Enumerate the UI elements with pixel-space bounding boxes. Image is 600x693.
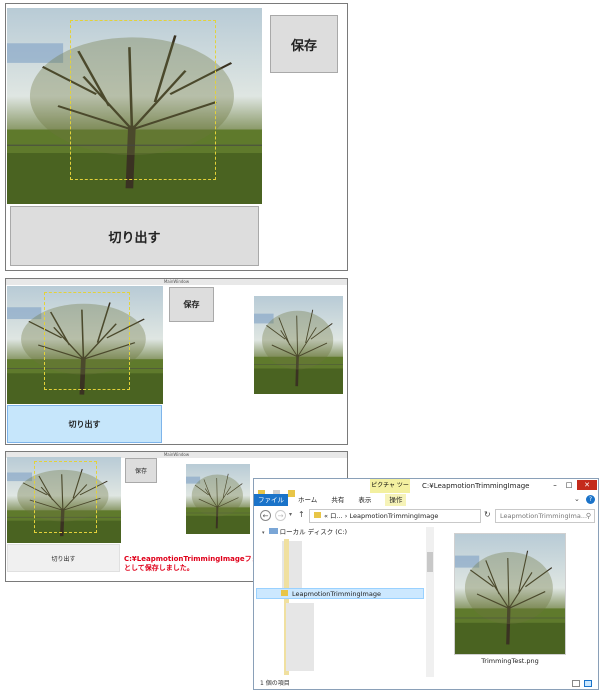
explorer-window: ピクチャ ツール C:¥LeapmotionTrimmingImage – □ … bbox=[253, 478, 599, 690]
cropped-preview-image bbox=[254, 296, 343, 394]
window-title: MainWindow bbox=[6, 279, 347, 285]
trim-region[interactable] bbox=[34, 461, 97, 533]
folder-icon bbox=[281, 590, 288, 596]
large-icons-view-icon[interactable] bbox=[584, 680, 592, 687]
folder-icon bbox=[314, 512, 321, 518]
tab-view[interactable]: 表示 bbox=[354, 494, 375, 506]
search-icon: ⚲ bbox=[585, 512, 591, 520]
address-path: « ロ... › LeapmotionTrimmingImage bbox=[324, 512, 439, 520]
source-image bbox=[7, 8, 262, 204]
crop-button-label: 切り出す bbox=[108, 230, 161, 246]
crop-button[interactable]: 切り出す bbox=[7, 544, 120, 572]
back-icon[interactable]: ← bbox=[260, 510, 271, 521]
tree-item-local-disk[interactable]: ▾ ローカル ディスク (C:) bbox=[262, 527, 347, 539]
cropped-preview-image bbox=[186, 464, 250, 534]
explorer-window-title: C:¥LeapmotionTrimmingImage bbox=[422, 479, 529, 493]
save-button-label: 保存 bbox=[183, 300, 200, 309]
drive-icon bbox=[268, 528, 278, 534]
crop-button-label: 切り出す bbox=[68, 419, 101, 429]
quick-access-toolbar[interactable] bbox=[258, 482, 298, 497]
tree-scrollbar[interactable] bbox=[426, 527, 434, 677]
ribbon-expand-icon[interactable]: ⌄ bbox=[574, 495, 580, 503]
search-input[interactable]: LeapmotionTrimmingIma... ⚲ bbox=[495, 509, 595, 523]
contextual-tab-header: ピクチャ ツール bbox=[370, 479, 410, 503]
save-button[interactable]: 保存 bbox=[125, 458, 157, 483]
file-name-label: TrimmingTest.png bbox=[481, 657, 539, 665]
close-button[interactable]: ✕ bbox=[577, 480, 597, 490]
tab-file[interactable]: ファイル bbox=[254, 494, 288, 506]
navigation-pane: ▾ ローカル ディスク (C:) LeapmotionTrimmingImage bbox=[256, 527, 428, 677]
refresh-icon[interactable]: ↻ bbox=[484, 510, 491, 519]
save-button-label: 保存 bbox=[134, 468, 147, 475]
tree-selected-folder-label: LeapmotionTrimmingImage bbox=[292, 590, 381, 598]
file-thumbnail[interactable] bbox=[454, 533, 566, 655]
tab-manage[interactable]: 操作 bbox=[385, 494, 407, 506]
crop-button[interactable]: 切り出す bbox=[7, 405, 162, 443]
file-list: TrimmingTest.png bbox=[438, 527, 598, 677]
up-icon[interactable]: ↑ bbox=[298, 510, 305, 519]
explorer-window-title-text: C:¥LeapmotionTrimmingImage bbox=[422, 482, 530, 490]
minimize-button[interactable]: – bbox=[549, 481, 561, 490]
details-view-icon[interactable] bbox=[572, 680, 580, 687]
window-title-text: MainWindow bbox=[163, 452, 190, 457]
recent-dropdown-icon[interactable]: ▾ bbox=[289, 511, 292, 518]
forward-icon[interactable]: → bbox=[275, 510, 286, 521]
window-title-text: MainWindow bbox=[163, 279, 190, 284]
tab-share[interactable]: 共有 bbox=[327, 494, 348, 506]
source-image bbox=[7, 457, 121, 543]
nav-bar: ← → ▾ ↑ « ロ... › LeapmotionTrimmingImage… bbox=[254, 508, 598, 524]
trim-region[interactable] bbox=[70, 20, 216, 180]
save-button[interactable]: 保存 bbox=[169, 287, 214, 322]
explorer-titlebar: ピクチャ ツール C:¥LeapmotionTrimmingImage – □ … bbox=[254, 479, 598, 503]
app-window-2: MainWindow 保存 切り出す bbox=[5, 278, 348, 445]
file-name[interactable]: TrimmingTest.png bbox=[444, 657, 576, 665]
status-bar: 1 個の項目 bbox=[254, 678, 598, 689]
save-button-label: 保存 bbox=[290, 38, 317, 54]
tree-item-obscured bbox=[286, 603, 314, 671]
search-placeholder: LeapmotionTrimmingIma... bbox=[500, 512, 588, 520]
save-button[interactable]: 保存 bbox=[270, 15, 338, 73]
app-window-1: 保存 切り出す bbox=[5, 3, 348, 271]
address-bar[interactable]: « ロ... › LeapmotionTrimmingImage bbox=[309, 509, 481, 523]
tree-item-selected-folder[interactable]: LeapmotionTrimmingImage bbox=[256, 588, 424, 599]
help-icon[interactable]: ? bbox=[586, 495, 595, 504]
ribbon-tabs: ファイル ホーム 共有 表示 操作 ⌄ ? bbox=[254, 494, 598, 506]
tab-home[interactable]: ホーム bbox=[294, 494, 321, 506]
trim-region[interactable] bbox=[44, 292, 130, 390]
crop-button[interactable]: 切り出す bbox=[10, 206, 259, 266]
maximize-button[interactable]: □ bbox=[563, 481, 575, 490]
tree-drive-label: ローカル ディスク (C:) bbox=[279, 528, 348, 536]
status-text: 1 個の項目 bbox=[260, 680, 290, 687]
source-image bbox=[7, 286, 163, 404]
crop-button-label: 切り出す bbox=[51, 555, 76, 563]
